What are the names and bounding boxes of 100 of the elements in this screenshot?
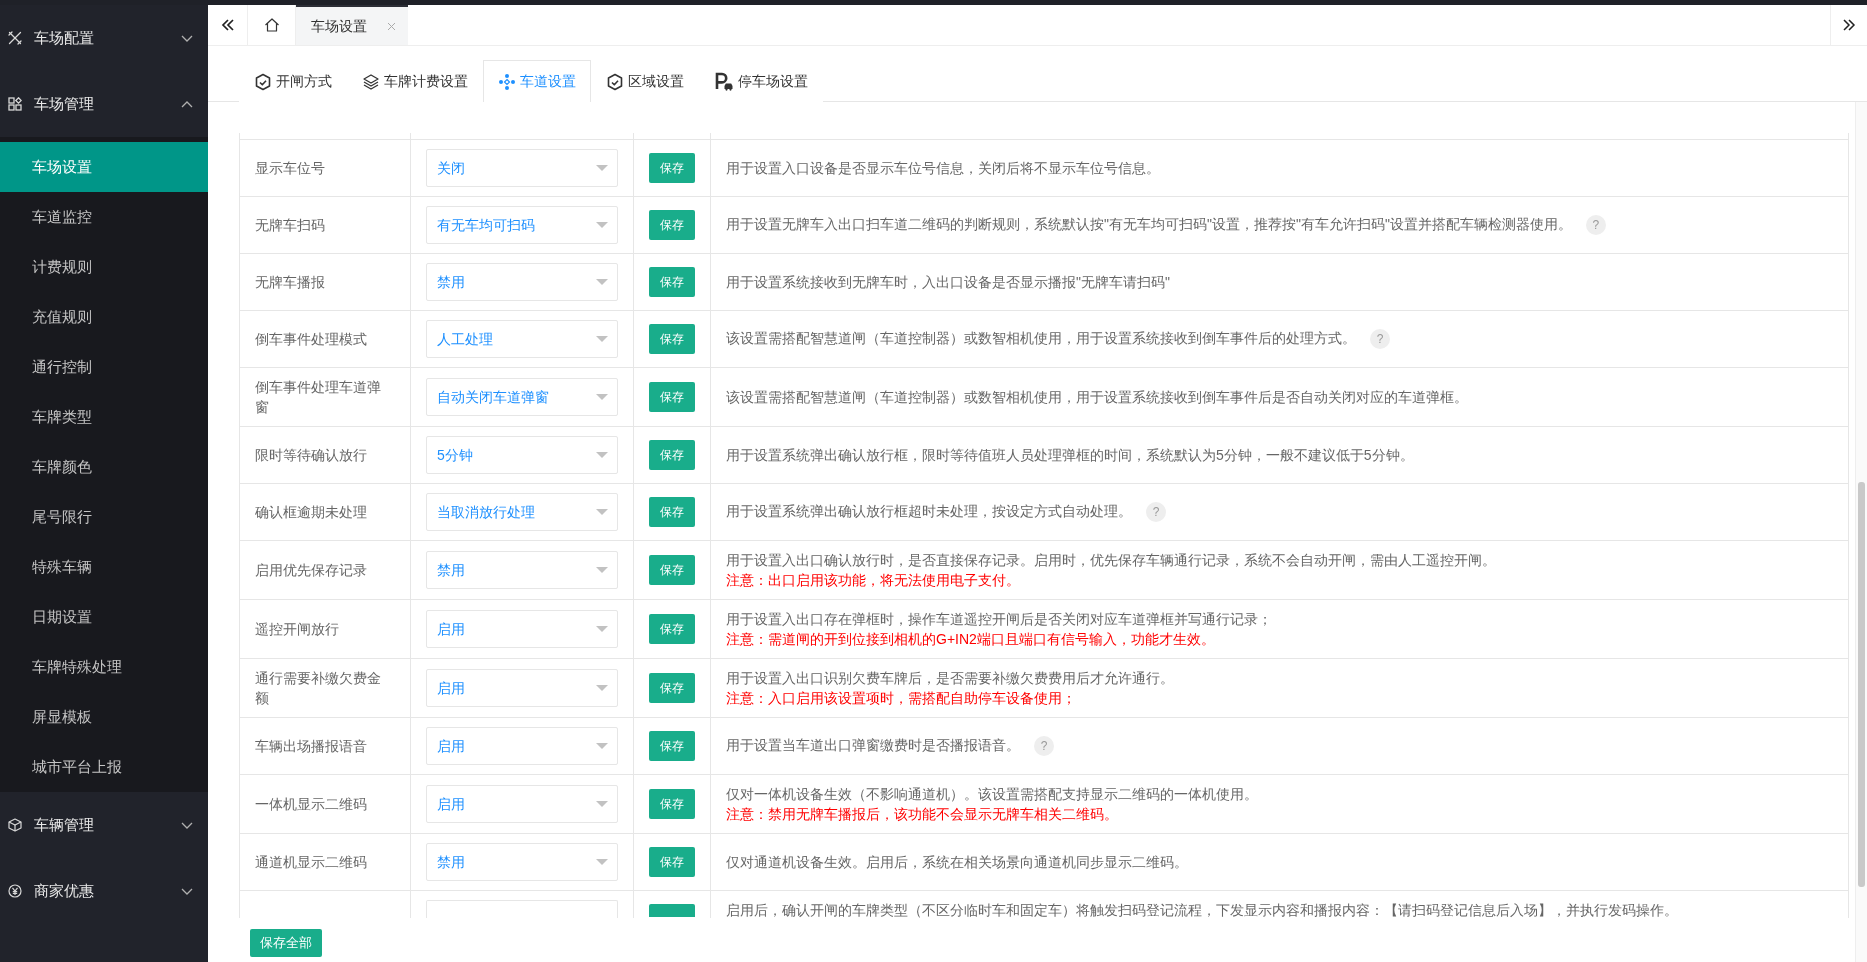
sidebar-submenu-item[interactable]: 特殊车辆: [0, 542, 208, 592]
sidebar-submenu-item[interactable]: 计费规则: [0, 242, 208, 292]
setting-label: 通行需要补缴欠费金额: [255, 669, 381, 706]
settings-tab[interactable]: 车道设置: [483, 60, 591, 102]
setting-description: 用于设置无牌车入出口扫车道二维码的判断规则，系统默认按"有无车均可扫码"设置，推荐按"有车允许扫码"设置并搭配车辆检测器使用。: [726, 215, 1572, 232]
select-field[interactable]: 禁用: [426, 550, 618, 589]
dropdown-caret-icon: [596, 393, 608, 400]
sidebar-submenu-item[interactable]: 屏显模板: [0, 692, 208, 742]
sidebar-submenu-item[interactable]: 车牌类型: [0, 392, 208, 442]
select-field[interactable]: 启用: [426, 668, 618, 707]
save-button[interactable]: 保存: [649, 152, 695, 183]
sidebar-menu-item[interactable]: 商家优惠: [0, 858, 208, 924]
setting-label: 倒车事件处理模式: [255, 330, 367, 347]
select-field[interactable]: 有无车均可扫码: [426, 205, 618, 244]
dropdown-caret-icon: [596, 164, 608, 171]
select-field[interactable]: 禁用: [426, 262, 618, 301]
select-field[interactable]: 启用: [426, 784, 618, 823]
setting-description: 仅对通道机设备生效。启用后，系统在相关场景向通道机同步显示二维码。: [726, 853, 1188, 870]
select-field[interactable]: 自动关闭车道弹窗: [426, 377, 618, 416]
sidebar-submenu-item[interactable]: 通行控制: [0, 342, 208, 392]
save-button[interactable]: 保存: [649, 323, 695, 354]
dropdown-caret-icon: [596, 742, 608, 749]
setting-description: 该设置需搭配智慧道闸（车道控制器）或数智相机使用，用于设置系统接收到倒车事件后是否自动关闭对应的车道弹框。: [726, 388, 1468, 405]
select-field[interactable]: 启用: [426, 726, 618, 765]
setting-warning: 注意：需道闸的开到位接到相机的G+IN2端口且端口有信号输入，功能才生效。: [726, 629, 1216, 649]
save-button[interactable]: 保存: [649, 209, 695, 240]
crossed-tools-icon: [8, 31, 22, 45]
save-button[interactable]: 保存: [649, 846, 695, 877]
setting-label: 确认框逾期未处理: [255, 503, 367, 520]
save-button[interactable]: [649, 903, 695, 917]
select-field[interactable]: 启用: [426, 609, 618, 648]
dropdown-caret-icon: [596, 221, 608, 228]
cube-check-icon: [606, 72, 624, 91]
setting-label: 无牌车扫码: [255, 216, 325, 233]
setting-label: 遥控开闸放行: [255, 620, 339, 637]
setting-label: 显示车位号: [255, 159, 325, 176]
sidebar-submenu-item[interactable]: 车道监控: [0, 192, 208, 242]
dropdown-caret-icon: [596, 335, 608, 342]
setting-label: 一体机显示二维码: [255, 795, 367, 812]
setting-label: 倒车事件处理车道弹窗: [255, 378, 381, 415]
close-icon[interactable]: [387, 21, 396, 31]
sidebar-submenu-item[interactable]: 尾号限行: [0, 492, 208, 542]
setting-label: 车辆出场播报语音: [255, 737, 367, 754]
grid-icon: [8, 97, 22, 111]
setting-description: 启用后，确认开闸的车牌类型（不区分临时车和固定车）将触发扫码登记流程，下发显示内容和播报内容：【请扫码登记信息后入场】，并执行发码操作。: [726, 901, 1678, 918]
save-button[interactable]: 保存: [649, 613, 695, 644]
select-field[interactable]: [426, 899, 618, 918]
dropdown-caret-icon: [596, 451, 608, 458]
setting-label: 启用优先保存记录: [255, 561, 367, 578]
dropdown-caret-icon: [596, 566, 608, 573]
help-icon[interactable]: ?: [1034, 736, 1054, 757]
double-chevron-left-icon: [219, 17, 236, 33]
setting-description: 用于设置当车道出口弹窗缴费时是否播报语音。: [726, 736, 1020, 753]
sidebar-menu-item[interactable]: 车场管理: [0, 71, 208, 137]
save-all-button[interactable]: 保存全部: [250, 929, 322, 957]
setting-label: 无牌车播报: [255, 273, 325, 290]
save-button[interactable]: 保存: [649, 788, 695, 819]
setting-description: 用于设置入出口确认放行时，是否直接保存记录。启用时，优先保存车辆通行记录，系统不会自动开闸，需由人工遥控开闸。: [726, 551, 1496, 568]
setting-description: 该设置需搭配智慧道闸（车道控制器）或数智相机使用，用于设置系统接收到倒车事件后的处理方式。: [726, 329, 1356, 346]
select-field[interactable]: 5分钟: [426, 435, 618, 474]
parking-car-icon: [714, 72, 734, 91]
select-field[interactable]: 人工处理: [426, 319, 618, 358]
dropdown-caret-icon: [596, 684, 608, 691]
save-button[interactable]: 保存: [649, 672, 695, 703]
setting-description: 用于设置入出口识别欠费车牌后，是否需要补缴欠费费用后才允许通行。: [726, 669, 1174, 686]
sidebar-menu-item[interactable]: 车辆管理: [0, 792, 208, 858]
sidebar-submenu-item[interactable]: 车场设置: [0, 142, 208, 192]
save-button[interactable]: 保存: [649, 496, 695, 527]
select-field[interactable]: 禁用: [426, 842, 618, 881]
setting-description: 用于设置系统弹出确认放行框超时未处理，按设定方式自动处理。: [726, 502, 1132, 519]
setting-description: 用于设置系统接收到无牌车时，入出口设备是否显示播报"无牌车请扫码": [726, 273, 1170, 290]
layers-icon: [362, 72, 380, 91]
setting-description: 用于设置入出口存在弹框时，操作车道遥控开闸后是否关闭对应车道弹框并写通行记录；: [726, 610, 1272, 627]
double-chevron-right-icon: [1841, 17, 1857, 33]
sidebar-submenu-item[interactable]: 车牌特殊处理: [0, 642, 208, 692]
save-button[interactable]: 保存: [649, 730, 695, 761]
save-button[interactable]: 保存: [649, 554, 695, 585]
dropdown-caret-icon: [596, 800, 608, 807]
page-tab[interactable]: 车场设置: [296, 5, 408, 45]
save-button[interactable]: 保存: [649, 266, 695, 297]
setting-warning: 注意：出口启用该功能，将无法使用电子支付。: [726, 570, 1021, 590]
sidebar-submenu-item[interactable]: 日期设置: [0, 592, 208, 642]
select-field[interactable]: 关闭: [426, 148, 618, 187]
cube-icon: [8, 818, 22, 832]
dropdown-caret-icon: [596, 278, 608, 285]
scrollbar-thumb[interactable]: [1858, 482, 1865, 887]
sidebar-submenu-item[interactable]: 车牌颜色: [0, 442, 208, 492]
sidebar-submenu-item[interactable]: 城市平台上报: [0, 742, 208, 792]
yen-circle-icon: [8, 884, 22, 898]
help-icon[interactable]: ?: [1370, 329, 1390, 350]
select-field[interactable]: 当取消放行处理: [426, 492, 618, 531]
help-icon[interactable]: ?: [1146, 502, 1166, 523]
save-button[interactable]: 保存: [649, 439, 695, 470]
save-button[interactable]: 保存: [649, 381, 695, 412]
dropdown-caret-icon: [596, 858, 608, 865]
setting-label: 通道机显示二维码: [255, 853, 367, 870]
sidebar-menu-item[interactable]: 车场配置: [0, 5, 208, 71]
dropdown-caret-icon: [596, 625, 608, 632]
help-icon[interactable]: ?: [1585, 215, 1606, 236]
sidebar-submenu-item[interactable]: 充值规则: [0, 292, 208, 342]
